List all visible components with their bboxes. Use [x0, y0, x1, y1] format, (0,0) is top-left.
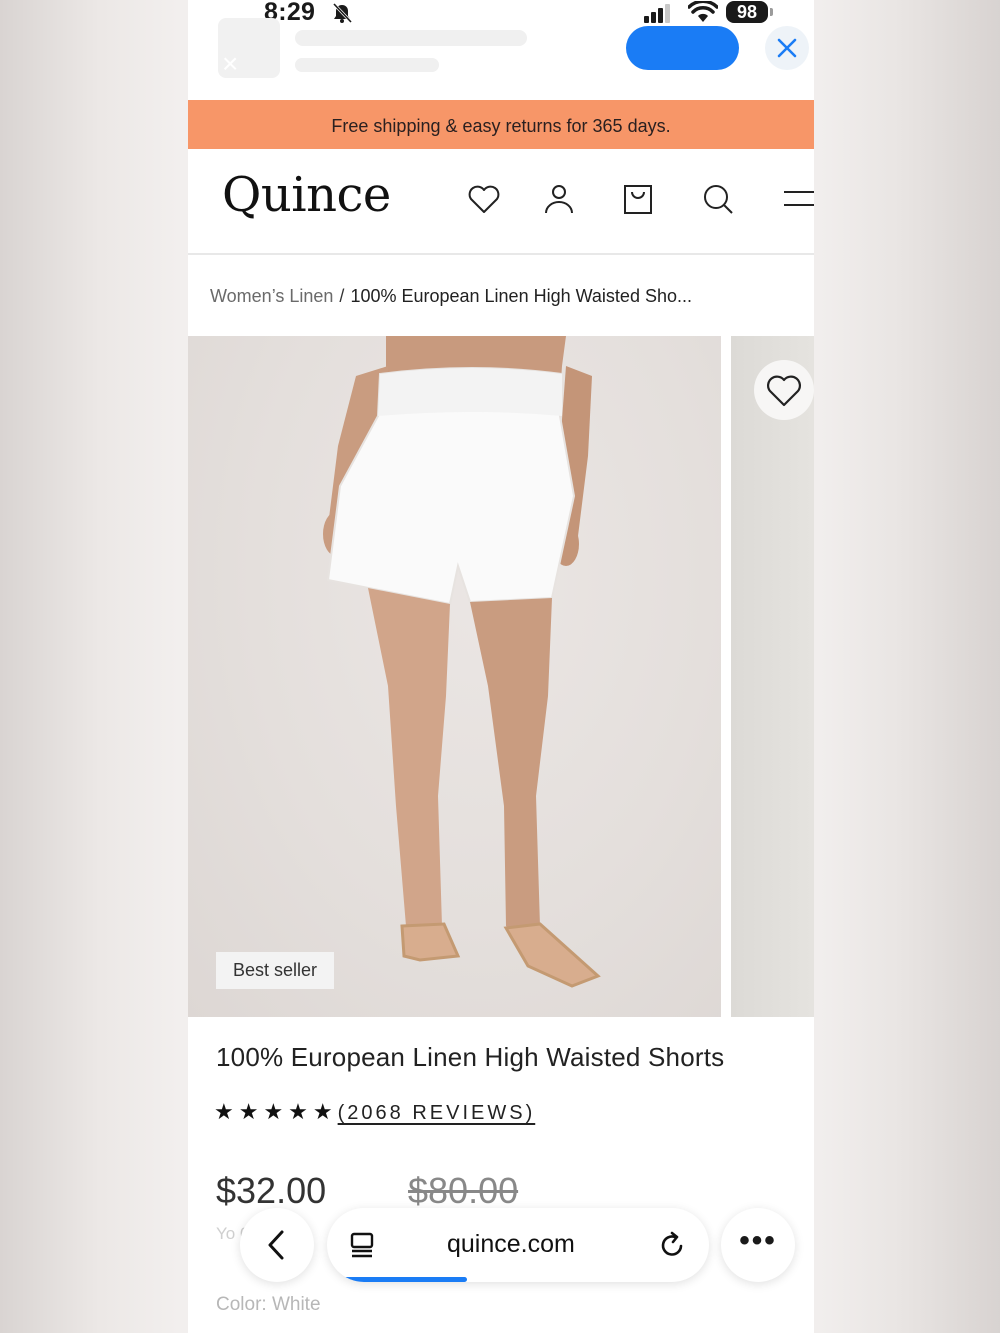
site-header: Quince: [188, 149, 814, 255]
ad-bar: ×: [188, 16, 814, 100]
breadcrumb: Women’s Linen /100% European Linen High W…: [210, 286, 692, 307]
sale-price: $32.00: [216, 1170, 327, 1211]
close-icon: [777, 38, 797, 58]
heart-icon[interactable]: [466, 181, 502, 217]
close-icon: ×: [222, 48, 239, 79]
best-seller-badge: Best seller: [216, 952, 334, 989]
bag-icon[interactable]: [620, 181, 656, 217]
breadcrumb-separator: /: [339, 286, 345, 306]
breadcrumb-parent[interactable]: Women’s Linen: [210, 286, 333, 306]
search-icon[interactable]: [700, 181, 736, 217]
menu-icon[interactable]: [782, 181, 814, 217]
wishlist-button[interactable]: [754, 360, 814, 420]
ad-close-button[interactable]: [765, 26, 809, 70]
ad-cta-button[interactable]: [626, 26, 739, 70]
quince-logo[interactable]: Quince: [222, 167, 391, 223]
promo-banner[interactable]: Free shipping & easy returns for 365 day…: [188, 100, 814, 149]
page-load-progress: [343, 1277, 467, 1282]
rating-stars: ★★★★★: [214, 1099, 338, 1124]
browser-address-bar[interactable]: quince.com: [327, 1208, 709, 1282]
tabs-icon[interactable]: [347, 1230, 377, 1260]
browser-more-button[interactable]: •••: [721, 1208, 795, 1282]
product-rating[interactable]: ★★★★★(2068 REVIEWS): [214, 1099, 535, 1125]
product-photo-illustration: [323, 336, 601, 988]
phone-screen: 8:29 98 × Free shipping & easy returns f…: [188, 0, 814, 1333]
reload-icon[interactable]: [657, 1230, 687, 1260]
browser-back-button[interactable]: [240, 1208, 314, 1282]
product-gallery[interactable]: Best seller: [188, 336, 814, 1017]
product-image[interactable]: Best seller: [188, 336, 721, 1017]
back-icon: [268, 1230, 284, 1260]
product-title: 100% European Linen High Waisted Shorts: [216, 1042, 725, 1072]
reviews-link[interactable]: (2068 REVIEWS): [338, 1102, 536, 1124]
heart-icon: [767, 375, 801, 407]
original-price: $80.00: [408, 1170, 519, 1211]
next-product-image[interactable]: [731, 336, 814, 1017]
account-icon[interactable]: [541, 181, 577, 217]
breadcrumb-current: 100% European Linen High Waisted Sho...: [350, 286, 692, 306]
ad-subtitle-placeholder: [295, 58, 439, 72]
browser-url[interactable]: quince.com: [447, 1230, 575, 1259]
color-label: Color: White: [216, 1294, 321, 1315]
ad-thumbnail[interactable]: ×: [218, 18, 280, 79]
ad-title-placeholder: [295, 30, 527, 46]
more-icon: •••: [739, 1224, 777, 1257]
